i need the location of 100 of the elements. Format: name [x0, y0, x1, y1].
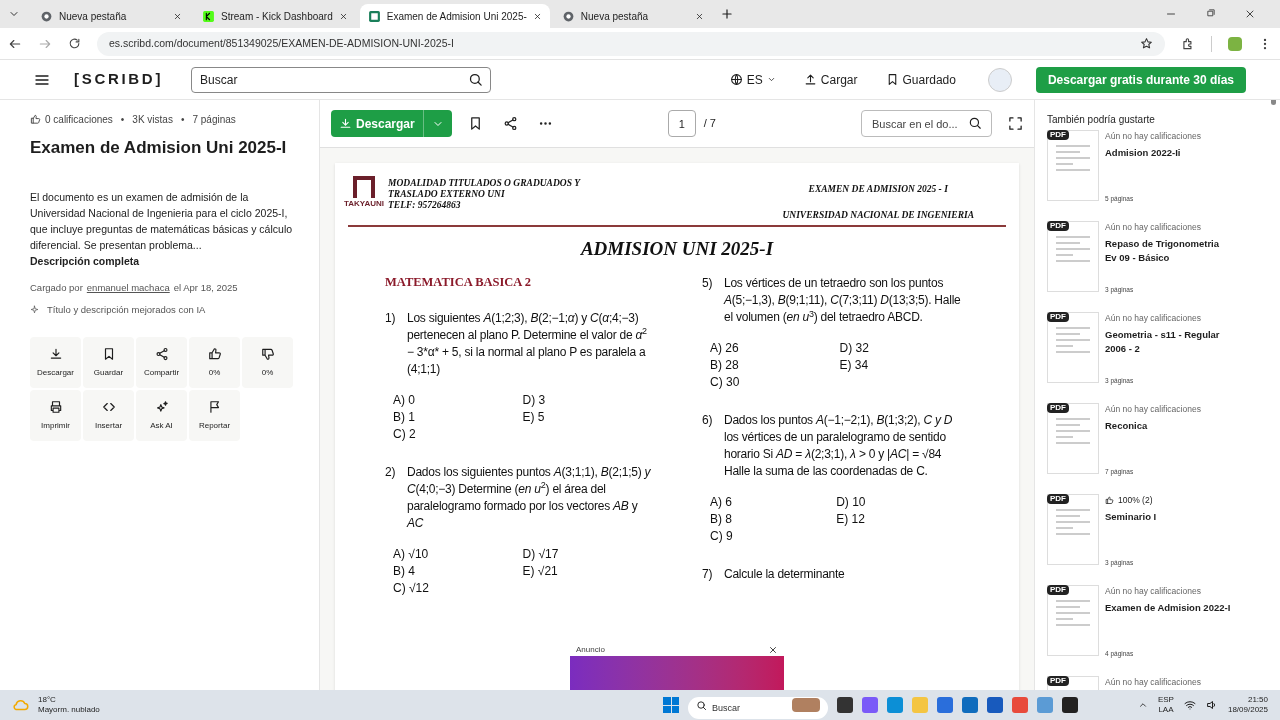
takyauni-logo-icon: [353, 176, 375, 198]
taskbar-app-icon[interactable]: [1037, 697, 1053, 713]
avatar-icon[interactable]: [987, 67, 1012, 92]
answer-option: A) 0: [393, 391, 523, 408]
close-icon: [694, 11, 704, 21]
logo-text: TAKYAUNI: [344, 198, 384, 210]
site-icon: [202, 9, 215, 23]
like-action-button[interactable]: 0%: [189, 337, 240, 388]
answer-option: E) 5: [522, 408, 652, 425]
address-bar[interactable]: es.scribd.com/document/851349025/EXAMEN-DE-ADMISION-UNI-2025-I: [97, 31, 1165, 56]
clock-date[interactable]: 18/09/2025: [1227, 705, 1268, 715]
uploader-link[interactable]: enmanuel machaca: [86, 280, 170, 295]
rating-text: Aún no hay calificaciones: [1105, 676, 1201, 689]
page-number-field[interactable]: 1: [667, 110, 696, 137]
page-total: / 7: [703, 116, 716, 132]
close-icon: [338, 11, 348, 21]
answer-option: B) 8: [710, 511, 837, 527]
report-action-button[interactable]: Reportar: [189, 390, 240, 441]
volume-icon: [1205, 699, 1218, 711]
new-tab-icon: [719, 7, 734, 21]
question-text: Calcule la determinante: [724, 566, 845, 583]
language-button[interactable]: ES: [729, 70, 776, 89]
save-action-button[interactable]: Guardar: [83, 337, 134, 388]
answer-option: C) 9: [710, 528, 837, 544]
upload-icon: [803, 73, 817, 86]
question-text: Los siguientes A(1;2;3), B(2;−1;α) y C(α;4;−3) pertenecen al plano P. Determine el valor de α$^{2}$ − 3*α* + 5, si la normal al plano P es paralela a (4;1;1): [407, 309, 648, 378]
start-button[interactable]: [663, 697, 679, 713]
close-icon: [173, 11, 182, 21]
search-highlight-image: [792, 698, 820, 712]
document-search-field[interactable]: Buscar en el do...: [861, 110, 992, 137]
taskbar-app-icon[interactable]: [887, 697, 903, 713]
taskbar-app-icon[interactable]: [987, 697, 1003, 713]
rating-text: Aún no hay calificaciones: [1105, 585, 1201, 598]
pdf-badge: PDF: [1047, 312, 1069, 322]
browser-tab[interactable]: Nueva pestaña: [553, 4, 712, 28]
taskbar-app-icon[interactable]: [1062, 697, 1078, 713]
share-icon: [154, 346, 169, 361]
taskbar-app-icon[interactable]: [937, 697, 953, 713]
pdf-badge: PDF: [1047, 585, 1069, 595]
pdf-badge: PDF: [1047, 403, 1069, 413]
answer-option: C) 2: [393, 425, 523, 442]
answer-option: D) 10: [836, 494, 969, 510]
related-title: Examen de Admision 2022-I: [1105, 600, 1232, 615]
download-action-button[interactable]: Descargar: [30, 337, 81, 388]
document-stat: 3K vistas: [132, 113, 173, 127]
embed-action-button[interactable]: Insertar: [83, 390, 134, 441]
answer-option: A) √10: [393, 545, 523, 562]
browser-tab[interactable]: Nueva pestaña: [32, 4, 190, 28]
pdf-badge: PDF: [1047, 676, 1069, 686]
thumbs-up-icon: [30, 114, 41, 125]
rating-text: Aún no hay calificaciones: [1105, 130, 1201, 143]
chevron-icon: [1137, 700, 1148, 710]
answer-option: C) 30: [710, 374, 840, 390]
extensions-icon: [1181, 36, 1195, 51]
document-stat: 0 calificaciones: [45, 113, 113, 127]
download-icon: [339, 117, 352, 130]
question-number: 5): [702, 275, 714, 292]
search-icon: [696, 700, 707, 711]
document-description: El documento es un examen de admisión de la Universidad Nacional de Ingenieria para el ciclo 2025-I, que incluye preguntas de matemáticas básicas y cálculo diferencial. Se presentan problema... Descripción completa: [30, 189, 294, 269]
answer-option: D) 32: [839, 340, 969, 356]
section-heading: MATEMATICA BASICA 2: [385, 274, 533, 291]
related-title: Admision 2022-Ii: [1105, 145, 1182, 160]
profile-icon[interactable]: [1228, 36, 1242, 51]
share-action-button[interactable]: Compartir: [136, 337, 187, 388]
related-title: Geometria - s11 - Regular 2006 - 2: [1105, 327, 1221, 356]
question-text: Los vértices de un tetraedro son los puntos A(5;−1,3), B(9;1;11), C(7;3;11) D(13;3;5). Halle el volumen (en u$^{3}$) del tetraedro ABCD.: [724, 275, 962, 326]
input-language[interactable]: ESP: [1157, 695, 1174, 705]
scribd-logo[interactable]: [SCRIBD]: [74, 68, 164, 91]
print-action-button[interactable]: Imprimir: [30, 390, 81, 441]
taskbar-app-icon[interactable]: [862, 697, 878, 713]
document-title: Examen de Admision Uni 2025-I: [30, 137, 288, 159]
temperature: 18°C: [38, 695, 57, 705]
sparkle-icon: [30, 305, 39, 315]
browser-tab[interactable]: Examen de Admision Uni 2025-: [359, 4, 550, 28]
reload-icon: [68, 37, 81, 50]
upload-button[interactable]: Cargar: [803, 70, 858, 89]
answer-option: E) 12: [836, 511, 969, 527]
rating-text: Aún no hay calificaciones: [1105, 403, 1201, 416]
question-number: 7): [702, 566, 714, 583]
taskbar-app-icon[interactable]: [1012, 697, 1028, 713]
taskbar-app-icon[interactable]: [837, 697, 853, 713]
upload-date: el Apr 18, 2025: [173, 280, 238, 295]
clock-time[interactable]: 21:50: [1247, 695, 1268, 705]
thumbs-up-icon: [1105, 495, 1114, 505]
site-icon: [367, 9, 381, 23]
full-description-link[interactable]: Descripción completa: [30, 254, 140, 267]
taskbar-app-icon[interactable]: [962, 697, 978, 713]
input-language[interactable]: LAA: [1158, 705, 1174, 715]
ai-action-button[interactable]: Ask AI: [136, 390, 187, 441]
answer-option: B) 28: [710, 357, 840, 373]
dislike-action-button[interactable]: 0%: [242, 337, 293, 388]
related-title: Repaso de Trigonometria Ev 09 - Básico: [1105, 236, 1221, 265]
search-icon: [468, 71, 484, 87]
search-field[interactable]: Buscar: [191, 66, 492, 93]
ad-banner-image[interactable]: [570, 656, 784, 690]
question-number: 1): [385, 309, 397, 327]
browser-tab[interactable]: Stream - Kick Dashboard: [194, 4, 356, 28]
separator-dot: •: [180, 113, 185, 127]
answer-option: E) 34: [839, 357, 969, 373]
saved-button[interactable]: Guardado: [885, 70, 956, 89]
